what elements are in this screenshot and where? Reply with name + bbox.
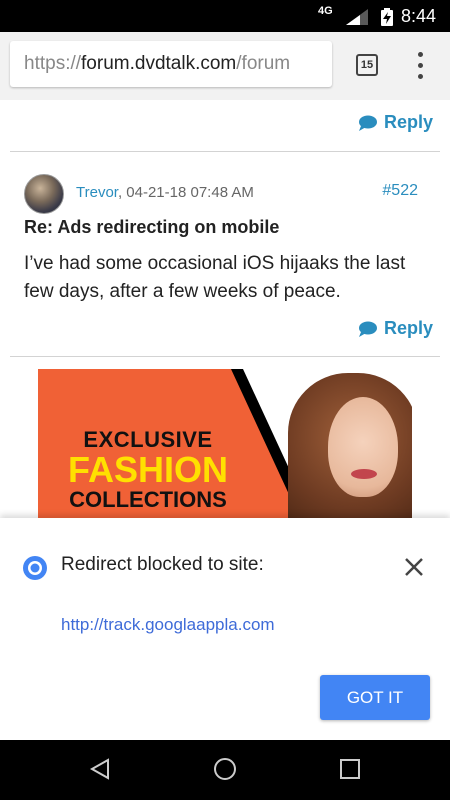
fashion-ad-banner[interactable]: EXCLUSIVE FASHION COLLECTIONS xyxy=(38,369,412,520)
speech-bubble-icon xyxy=(359,115,377,131)
reply-label: Reply xyxy=(384,318,434,338)
signal-icon xyxy=(346,9,368,25)
speech-bubble-icon xyxy=(359,321,377,337)
browser-toolbar: https://forum.dvdtalk.com/forum 15 xyxy=(0,32,450,100)
reply-label: Reply xyxy=(384,112,434,132)
tab-switcher-button[interactable]: 15 xyxy=(356,54,378,76)
ad-line-2: FASHION xyxy=(67,449,228,490)
post-title: Re: Ads redirecting on mobile xyxy=(24,217,280,237)
ad-line-3: COLLECTIONS xyxy=(69,487,227,512)
battery-charging-icon xyxy=(381,8,393,26)
home-icon[interactable] xyxy=(213,757,237,781)
reply-button[interactable]: Reply xyxy=(358,318,433,339)
post-body: I’ve had some occasional iOS hijaaks the… xyxy=(24,253,406,302)
network-indicator: 4G xyxy=(318,5,333,17)
post-meta: Trevor, 04-21-18 07:48 AM xyxy=(76,184,254,201)
url-domain: forum.dvdtalk.com xyxy=(81,53,237,74)
ad-model-face xyxy=(328,397,398,497)
post-divider xyxy=(10,151,440,152)
redirect-message: Redirect blocked to site: xyxy=(61,554,264,575)
address-bar[interactable]: https://forum.dvdtalk.com/forum xyxy=(10,41,332,87)
chrome-icon xyxy=(23,556,47,580)
username-link[interactable]: Trevor xyxy=(76,184,118,201)
post-date: , 04-21-18 07:48 AM xyxy=(117,184,254,201)
avatar[interactable] xyxy=(24,174,64,214)
navigation-bar xyxy=(0,740,450,800)
close-icon[interactable] xyxy=(403,556,425,578)
redirect-blocked-sheet: Redirect blocked to site: http://track.g… xyxy=(0,518,450,740)
back-icon[interactable] xyxy=(88,757,112,781)
reply-button[interactable]: Reply xyxy=(358,112,433,133)
post-number-link[interactable]: #522 xyxy=(382,182,418,200)
blocked-url-link[interactable]: http://track.googlaappla.com xyxy=(61,615,275,635)
ad-model-lips xyxy=(351,469,377,479)
clock: 8:44 xyxy=(400,6,436,26)
post-divider xyxy=(10,356,440,357)
url-scheme: https:// xyxy=(24,53,82,74)
status-bar: 4G 8:44 xyxy=(0,0,450,32)
recents-icon[interactable] xyxy=(338,757,362,781)
got-it-button[interactable]: GOT IT xyxy=(320,675,430,720)
forum-thread: Reply Trevor, 04-21-18 07:48 AM #522 Re:… xyxy=(0,100,450,520)
overflow-menu-icon[interactable] xyxy=(414,52,428,80)
url-path: /forum xyxy=(236,53,291,74)
